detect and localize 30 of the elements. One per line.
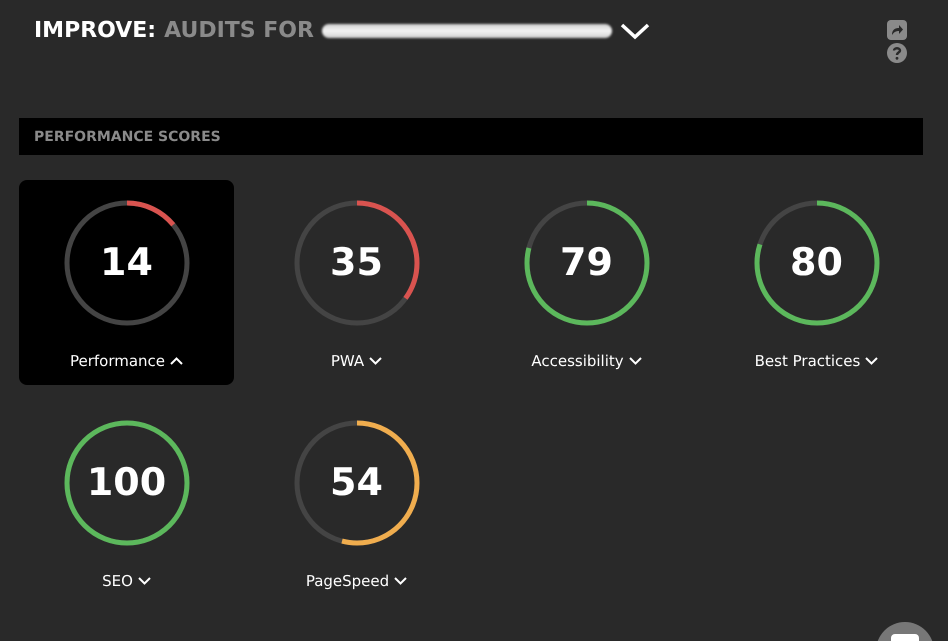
- section-title: PERFORMANCE SCORES: [34, 128, 221, 144]
- chevron-down-icon: [138, 577, 151, 585]
- chevron-down-icon: [865, 357, 878, 365]
- share-icon[interactable]: [887, 20, 907, 40]
- score-label: Performance: [70, 352, 166, 370]
- score-label: Best Practices: [754, 352, 860, 370]
- score-card[interactable]: 79 Accessibility: [479, 180, 694, 385]
- chevron-down-icon: [369, 357, 382, 365]
- score-label: SEO: [102, 572, 133, 590]
- score-value: 35: [329, 239, 384, 286]
- score-card[interactable]: 14 Performance: [19, 180, 234, 385]
- score-label: PageSpeed: [306, 572, 390, 590]
- score-label: PWA: [330, 352, 364, 370]
- score-value: 100: [86, 459, 168, 506]
- page-subtitle: AUDITS FOR: [164, 18, 314, 43]
- score-value: 79: [559, 239, 614, 286]
- chevron-down-icon[interactable]: [620, 22, 650, 40]
- score-card[interactable]: 54 PageSpeed: [249, 400, 464, 605]
- score-value: 14: [99, 239, 154, 286]
- score-card[interactable]: 80 Best Practices: [709, 180, 924, 385]
- score-value: 80: [789, 239, 844, 286]
- help-icon[interactable]: [887, 43, 907, 63]
- page-title: IMPROVE:: [34, 18, 156, 43]
- score-label: Accessibility: [531, 352, 624, 370]
- chevron-down-icon: [394, 577, 408, 585]
- score-card[interactable]: 35 PWA: [249, 180, 464, 385]
- chevron-up-icon: [170, 357, 184, 365]
- chevron-down-icon: [628, 357, 642, 365]
- score-value: 54: [329, 459, 384, 506]
- score-card[interactable]: 100 SEO: [19, 400, 234, 605]
